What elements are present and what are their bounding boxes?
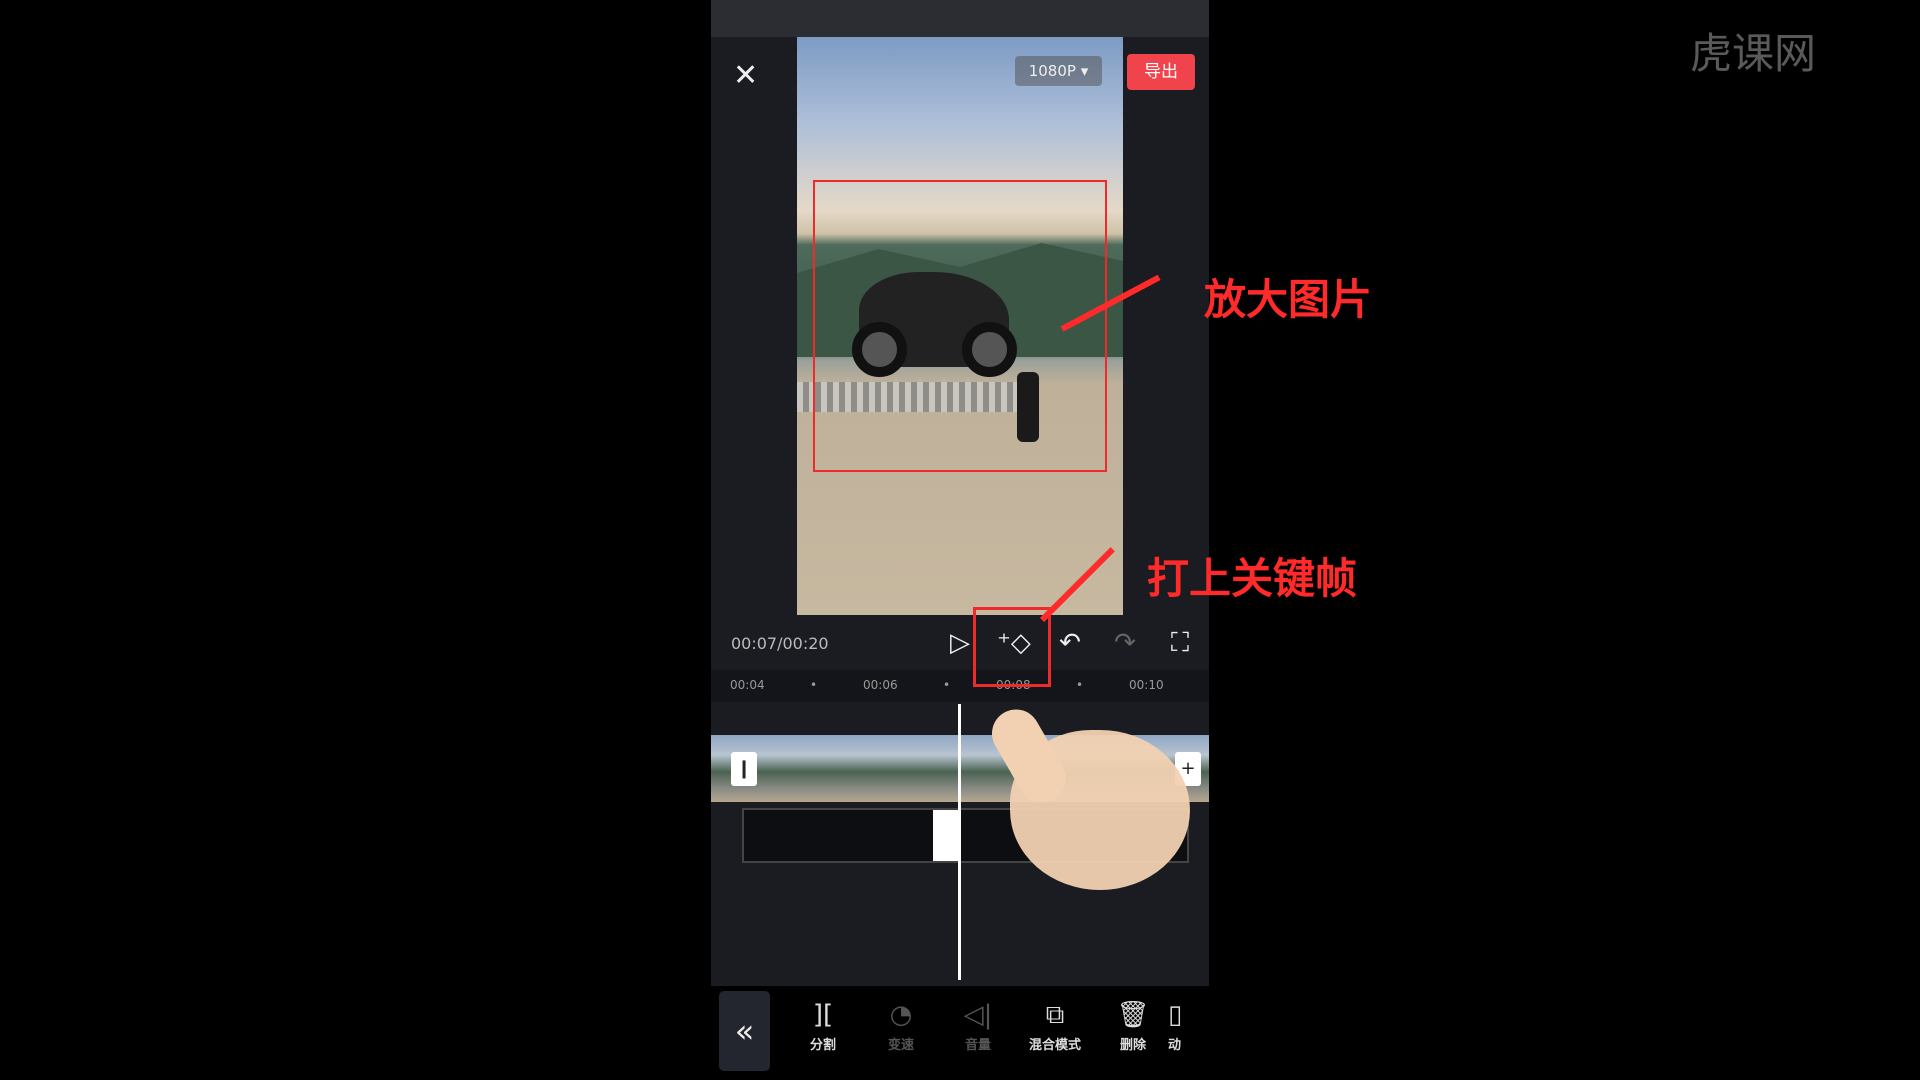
volume-icon: ◁| <box>963 1000 993 1030</box>
ruler-tick: 00:06 <box>863 678 898 692</box>
tool-label: 混合模式 <box>1028 1038 1081 1053</box>
annotation-zoom-image: 放大图片 <box>1204 275 1373 324</box>
ruler-tick: 00:10 <box>1129 678 1164 692</box>
ruler-dot: • <box>810 678 818 692</box>
tool-label: 动 <box>1168 1038 1182 1053</box>
delete-icon: 🗑︎ <box>1116 1000 1150 1030</box>
tool-label: 变速 <box>887 1038 914 1053</box>
undo-icon[interactable]: ↶ <box>1050 628 1090 658</box>
playhead[interactable] <box>958 704 961 980</box>
clip-start-handle[interactable]: ❙ <box>731 752 757 786</box>
redo-icon[interactable]: ↷ <box>1105 628 1145 658</box>
collapse-back-button[interactable]: « <box>719 991 770 1071</box>
annotation-add-keyframe: 打上关键帧 <box>1147 554 1358 603</box>
tool-label: 删除 <box>1119 1038 1146 1053</box>
tool-animation[interactable]: ▯ 动 <box>1168 1000 1209 1053</box>
close-icon[interactable]: ✕ <box>733 58 758 93</box>
tool-speed[interactable]: ◔ 变速 <box>866 1000 936 1053</box>
hand-palm <box>1010 730 1190 890</box>
blend-mode-icon: ⧉ <box>1045 1000 1065 1030</box>
resolution-label: 1080P <box>1028 62 1076 80</box>
fullscreen-icon[interactable]: ⛶ <box>1160 628 1200 659</box>
ruler-dot: • <box>943 678 951 692</box>
tool-volume[interactable]: ◁| 音量 <box>943 1000 1013 1053</box>
tool-label: 音量 <box>964 1038 991 1053</box>
tool-split[interactable]: ][ 分割 <box>788 1000 858 1053</box>
timecode: 00:07/00:20 <box>731 634 829 653</box>
watermark-logo: 虎课网 <box>1690 29 1817 78</box>
speed-icon: ◔ <box>889 1000 913 1030</box>
animation-icon: ▯ <box>1168 1000 1183 1030</box>
overlay-trim-handle[interactable] <box>933 810 959 861</box>
tool-label: 分割 <box>809 1038 836 1053</box>
tool-blend-mode[interactable]: ⧉ 混合模式 <box>1020 1000 1090 1053</box>
status-bar <box>711 0 1209 37</box>
ruler-tick: 00:04 <box>730 678 765 692</box>
keyframe-highlight-box <box>973 607 1051 687</box>
split-icon: ][ <box>812 1000 834 1030</box>
ruler-dot: • <box>1076 678 1084 692</box>
resolution-dropdown[interactable]: 1080P ▾ <box>1015 56 1102 86</box>
export-button[interactable]: 导出 <box>1127 54 1195 90</box>
tool-delete[interactable]: 🗑︎ 删除 <box>1098 1000 1168 1053</box>
